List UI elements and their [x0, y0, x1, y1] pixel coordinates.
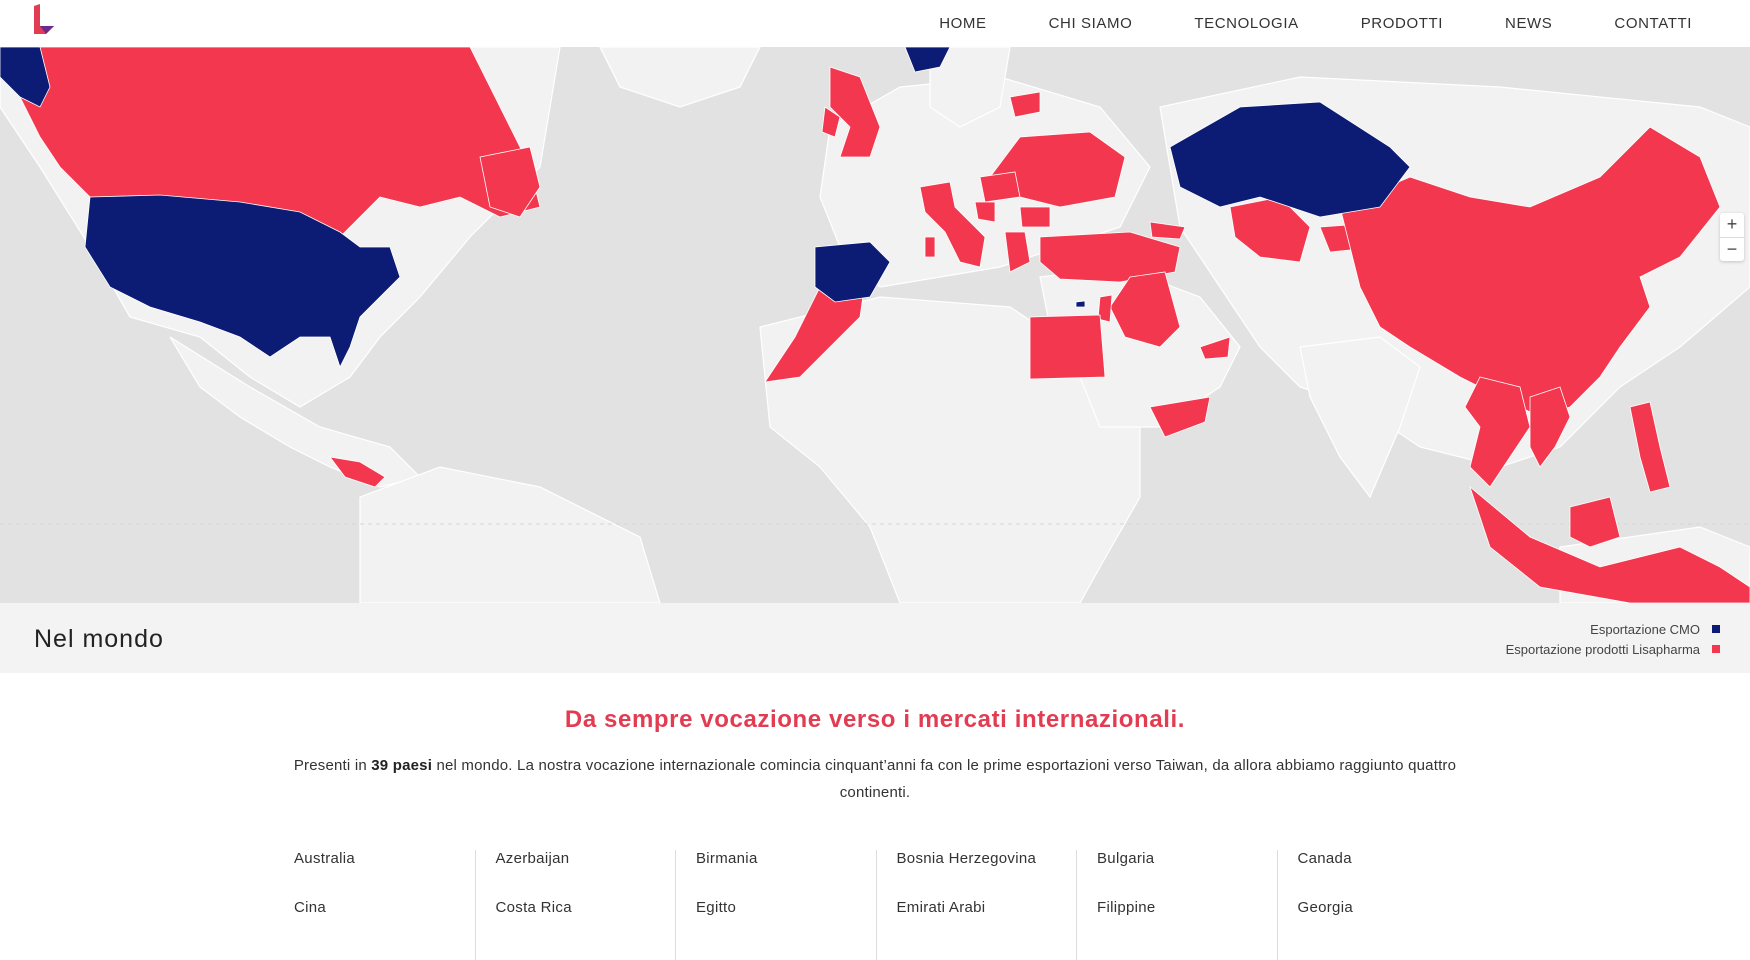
- world-map[interactable]: + −: [0, 47, 1750, 603]
- country-column: Canada Georgia: [1276, 850, 1478, 960]
- world-map-canvas[interactable]: [0, 47, 1750, 603]
- country-bulgaria: [1019, 206, 1051, 228]
- legend-item-products: Esportazione prodotti Lisapharma: [1506, 639, 1720, 659]
- nav-contatti[interactable]: CONTATTI: [1614, 15, 1692, 32]
- country-item: Georgia: [1297, 899, 1353, 916]
- country-tunisia: [924, 236, 936, 258]
- country-borneo: [1569, 496, 1621, 548]
- country-list: Australia Cina Azerbaijan Costa Rica Bir…: [274, 850, 1477, 960]
- country-item: Filippine: [1097, 899, 1156, 916]
- country-column: Australia Cina: [274, 850, 475, 960]
- country-item: Azerbaijan: [495, 850, 570, 867]
- country-column: Bulgaria Filippine: [1076, 850, 1277, 960]
- country-item: Bulgaria: [1097, 850, 1155, 867]
- country-vietnam-cambodia: [1529, 386, 1571, 468]
- nav-tecnologia[interactable]: TECNOLOGIA: [1194, 15, 1298, 32]
- country-philippines: [1629, 401, 1671, 493]
- country-item: Emirati Arabi: [896, 899, 986, 916]
- land-india: [1299, 336, 1421, 499]
- nav-chi-siamo[interactable]: CHI SIAMO: [1049, 15, 1133, 32]
- land-greenland: [599, 47, 761, 108]
- country-item: Bosnia Herzegovina: [896, 850, 1037, 867]
- country-item: Canada: [1297, 850, 1352, 867]
- site-header: HOME CHI SIAMO TECNOLOGIA PRODOTTI NEWS …: [0, 0, 1750, 47]
- country-column: Azerbaijan Costa Rica: [474, 850, 676, 960]
- country-item: Costa Rica: [495, 899, 572, 916]
- legend-swatch-icon: [1712, 645, 1720, 653]
- legend-swatch-icon: [1712, 625, 1720, 633]
- map-legend: Esportazione CMO Esportazione prodotti L…: [1506, 619, 1720, 659]
- country-egypt: [1029, 314, 1106, 380]
- country-item: Birmania: [696, 850, 758, 867]
- land-south-america: [359, 466, 661, 603]
- legend-item-cmo: Esportazione CMO: [1506, 619, 1720, 639]
- country-greece: [1004, 231, 1031, 273]
- intro-text: Presenti in: [293, 757, 372, 774]
- intro-country-count: 39 paesi: [371, 757, 433, 774]
- map-zoom-control: + −: [1720, 213, 1744, 261]
- country-hungary: [979, 171, 1021, 203]
- nav-news[interactable]: NEWS: [1505, 15, 1552, 32]
- nav-prodotti[interactable]: PRODOTTI: [1361, 15, 1443, 32]
- intro-text: nel mondo. La nostra vocazione internazi…: [432, 757, 1457, 801]
- lisapharma-logo[interactable]: [32, 4, 58, 36]
- legend-label: Esportazione prodotti Lisapharma: [1505, 641, 1700, 657]
- country-item: Cina: [294, 899, 327, 916]
- zoom-out-button[interactable]: −: [1720, 237, 1744, 261]
- main-nav: HOME CHI SIAMO TECNOLOGIA PRODOTTI NEWS …: [877, 0, 1692, 47]
- country-column: Birmania Egitto: [675, 850, 876, 960]
- nav-home[interactable]: HOME: [939, 15, 986, 32]
- zoom-in-button[interactable]: +: [1720, 213, 1744, 237]
- map-caption-band: Nel mondo Esportazione CMO Esportazione …: [0, 603, 1750, 673]
- section-title: Nel mondo: [34, 625, 164, 653]
- legend-label: Esportazione CMO: [1590, 621, 1700, 637]
- country-spain-portugal: [814, 241, 891, 303]
- country-column: Bosnia Herzegovina Emirati Arabi: [875, 850, 1077, 960]
- intro-paragraph: Presenti in 39 paesi nel mondo. La nostr…: [280, 752, 1470, 806]
- country-cyprus: [1075, 300, 1086, 308]
- headline: Da sempre vocazione verso i mercati inte…: [564, 706, 1186, 733]
- country-bosnia: [974, 201, 996, 223]
- country-item: Egitto: [696, 899, 737, 916]
- country-item: Australia: [294, 850, 356, 867]
